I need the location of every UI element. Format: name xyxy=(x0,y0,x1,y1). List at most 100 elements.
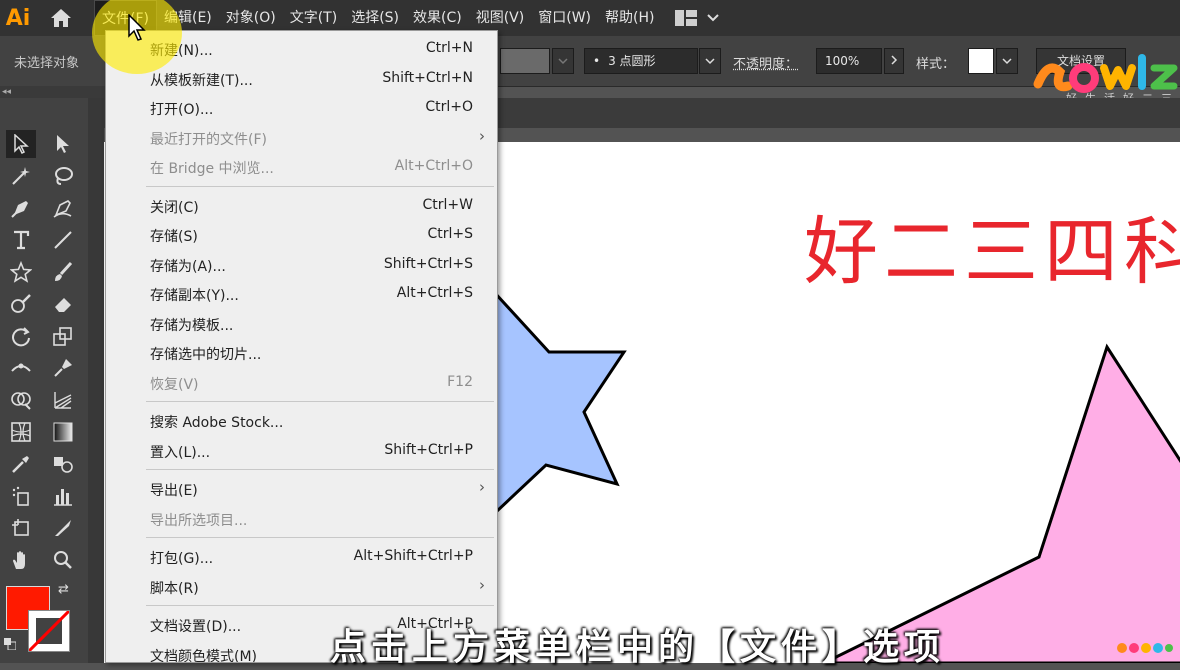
color-dropdown[interactable] xyxy=(552,48,574,74)
menu-item-shortcut: Shift+Ctrl+N xyxy=(382,69,473,86)
direct-selection-tool-icon[interactable] xyxy=(48,130,78,158)
file-menu-item[interactable]: 脚本(R) › xyxy=(106,572,497,601)
menu-item-label: 文档设置(D)... xyxy=(150,619,242,635)
menu-item-shortcut: Ctrl+W xyxy=(422,196,473,213)
brush-dropdown[interactable] xyxy=(699,48,721,74)
menu-item-label: 存储为模板... xyxy=(150,317,234,334)
symbol-sprayer-tool-icon[interactable] xyxy=(6,482,36,510)
menu-item-label: 搜索 Adobe Stock... xyxy=(150,415,284,431)
slice-tool-icon[interactable] xyxy=(48,514,78,542)
menu-item-label: 最近打开的文件(F) xyxy=(150,131,267,148)
perspective-grid-tool-icon[interactable] xyxy=(48,386,78,414)
lasso-tool-icon[interactable] xyxy=(48,162,78,190)
opacity-label[interactable]: 不透明度： xyxy=(733,53,798,72)
opacity-input[interactable]: 100% xyxy=(816,48,882,74)
submenu-arrow-icon: › xyxy=(479,126,485,145)
file-menu-item[interactable]: 搜索 Adobe Stock... xyxy=(106,406,497,435)
paintbrush-tool-icon[interactable] xyxy=(48,258,78,286)
file-menu-item[interactable]: 从模板新建(T)... Shift+Ctrl+N xyxy=(106,64,497,93)
menu-item-shortcut: Shift+Ctrl+P xyxy=(384,441,473,458)
scale-tool-icon[interactable] xyxy=(48,322,78,350)
tools-panel: ⇄ xyxy=(0,98,89,663)
menu-item-label: 存储为(A)... xyxy=(150,258,226,275)
chevron-down-icon xyxy=(707,14,720,22)
rotate-tool-icon[interactable] xyxy=(6,322,36,350)
chevron-right-icon xyxy=(891,55,898,65)
menu-item-shortcut: Alt+Ctrl+O xyxy=(394,158,473,174)
hand-tool-icon[interactable] xyxy=(6,546,36,574)
home-icon[interactable] xyxy=(36,0,86,36)
menu-item-label: 导出(E) xyxy=(150,483,198,499)
menu-item-8[interactable]: 帮助(H) xyxy=(598,0,661,36)
menu-item-shortcut: Shift+Ctrl+S xyxy=(383,255,473,272)
corner-watermark-icon xyxy=(1117,643,1173,653)
submenu-arrow-icon: › xyxy=(479,575,485,594)
menu-item-label: 脚本(R) xyxy=(150,580,199,597)
menu-item-7[interactable]: 窗口(W) xyxy=(531,0,598,36)
shaper-tool-icon[interactable] xyxy=(6,290,36,318)
menu-item-shortcut: Ctrl+N xyxy=(425,40,473,56)
file-menu-item[interactable]: 存储为(A)... Shift+Ctrl+S xyxy=(106,250,497,279)
type-tool-icon[interactable] xyxy=(6,226,36,254)
zoom-tool-icon[interactable] xyxy=(48,546,78,574)
menu-item-label: 存储副本(Y)... xyxy=(150,288,239,304)
stroke-color-swatch[interactable] xyxy=(27,609,71,653)
menu-item-shortcut: Ctrl+O xyxy=(425,99,473,115)
menu-item-label: 打包(G)... xyxy=(150,551,214,567)
color-field[interactable] xyxy=(500,48,550,74)
menu-item-label: 从模板新建(T)... xyxy=(150,72,253,89)
star-tool-icon[interactable] xyxy=(6,258,36,286)
curvature-tool-icon[interactable] xyxy=(48,194,78,222)
brush-select[interactable]: • 3 点圆形 xyxy=(584,48,698,74)
file-menu-item[interactable]: 恢复(V) F12 xyxy=(106,368,497,397)
menu-item-label: 文档颜色模式(M) xyxy=(150,648,258,663)
pen-tool-icon[interactable] xyxy=(6,194,36,222)
menu-item-label: 恢复(V) xyxy=(150,376,199,393)
file-menu-dropdown: 新建(N)... Ctrl+N 从模板新建(T)... Shift+Ctrl+N 打开(… xyxy=(105,30,498,663)
selection-tool-icon[interactable] xyxy=(6,130,36,158)
chevron-down-icon xyxy=(705,58,715,65)
chevron-down-icon xyxy=(1002,58,1012,65)
file-menu-item[interactable]: 存储(S) Ctrl+S xyxy=(106,220,497,249)
file-menu-item[interactable]: 存储副本(Y)... Alt+Ctrl+S xyxy=(106,279,497,308)
video-subtitle: 点击上方菜单栏中的【文件】选项 xyxy=(330,627,946,668)
workspace-switcher[interactable] xyxy=(675,10,720,26)
shape-builder-tool-icon[interactable] xyxy=(6,386,36,414)
file-menu-item[interactable]: 存储选中的切片... xyxy=(106,338,497,367)
gradient-tool-icon[interactable] xyxy=(48,418,78,446)
file-menu-item[interactable]: 置入(L)... Shift+Ctrl+P xyxy=(106,436,497,465)
menu-item-label: 存储选中的切片... xyxy=(150,347,262,363)
column-graph-tool-icon[interactable] xyxy=(48,482,78,510)
mouse-cursor-icon xyxy=(128,14,146,41)
eyedropper-tool-icon[interactable] xyxy=(6,450,36,478)
file-menu-item[interactable]: 关闭(C) Ctrl+W xyxy=(106,191,497,220)
menu-item-shortcut: Alt+Ctrl+S xyxy=(396,285,473,301)
artboard-tool-icon[interactable] xyxy=(6,514,36,542)
file-menu-item[interactable]: 打开(O)... Ctrl+O xyxy=(106,93,497,122)
menu-item-label: 打开(O)... xyxy=(150,102,214,118)
panel-collapse-bar[interactable]: ◂◂ xyxy=(0,86,106,98)
line-tool-icon[interactable] xyxy=(48,226,78,254)
file-menu-item[interactable]: 导出所选项目... xyxy=(106,504,497,533)
file-menu-item[interactable]: 打包(G)... Alt+Shift+Ctrl+P xyxy=(106,542,497,571)
width-tool-icon[interactable] xyxy=(6,354,36,382)
magic-wand-tool-icon[interactable] xyxy=(6,162,36,190)
file-menu-item[interactable]: 在 Bridge 中浏览... Alt+Ctrl+O xyxy=(106,152,497,181)
swap-colors-icon[interactable]: ⇄ xyxy=(58,582,69,597)
file-menu-item[interactable]: 存储为模板... xyxy=(106,309,497,338)
menu-separator xyxy=(146,469,494,470)
style-dropdown[interactable] xyxy=(996,48,1018,74)
mesh-tool-icon[interactable] xyxy=(6,418,36,446)
eraser-tool-icon[interactable] xyxy=(48,290,78,318)
file-menu-item[interactable]: 最近打开的文件(F) › xyxy=(106,123,497,152)
artboard-title[interactable]: 好二三四科 xyxy=(804,192,1180,299)
menu-item-label: 置入(L)... xyxy=(150,444,211,461)
menu-item-shortcut: Ctrl+S xyxy=(427,226,473,242)
file-menu-item[interactable]: 导出(E) › xyxy=(106,474,497,503)
puppet-warp-tool-icon[interactable] xyxy=(48,354,78,382)
default-colors-icon[interactable] xyxy=(4,635,17,651)
menu-item-label: 在 Bridge 中浏览... xyxy=(150,161,274,177)
style-swatch[interactable] xyxy=(968,48,994,74)
blend-tool-icon[interactable] xyxy=(48,450,78,478)
opacity-arrow[interactable] xyxy=(884,48,904,74)
